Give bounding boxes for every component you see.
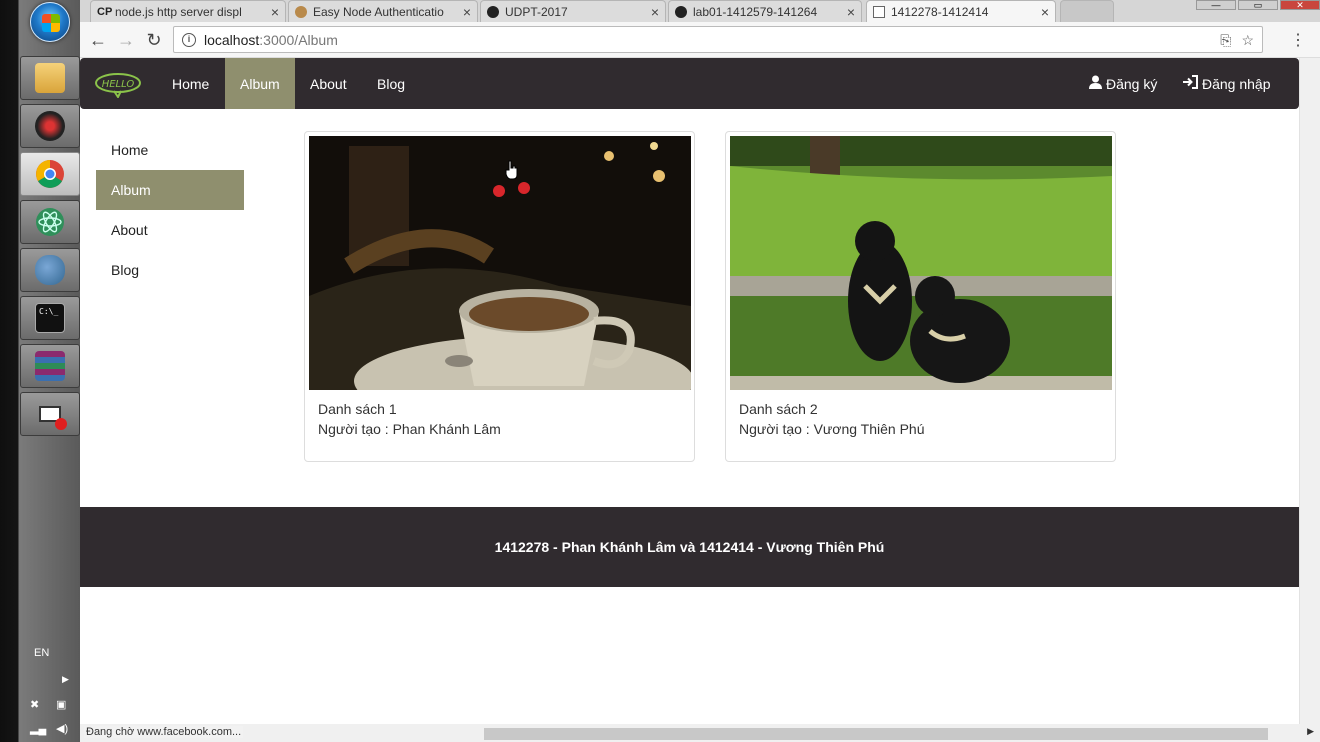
reload-icon[interactable]: ↻ [144, 30, 164, 51]
album-cover-image[interactable] [730, 136, 1112, 390]
maximize-button[interactable]: ▭ [1238, 0, 1278, 10]
file-explorer-icon [35, 63, 65, 93]
close-tab-icon[interactable]: × [271, 4, 279, 20]
browser-tab[interactable]: Easy Node Authenticatio × [288, 0, 478, 22]
postgresql-icon [35, 255, 65, 285]
browser-statusbar: Đang chờ www.facebook.com... ▶ [80, 724, 1320, 742]
github-icon [487, 5, 499, 18]
url-host: localhost [204, 31, 260, 48]
volume-icon[interactable]: ◀) [56, 722, 70, 736]
chrome-icon [36, 160, 64, 188]
windows-taskbar: C:\_ EN ▶ ✖ ▣ ▂▄ ◀) [0, 0, 80, 742]
browser-window: CP node.js http server displ × Easy Node… [80, 0, 1320, 742]
taskbar-winrar[interactable] [20, 344, 80, 388]
tab-title: node.js http server displ [115, 4, 242, 19]
tab-title: 1412278-1412414 [891, 4, 989, 19]
album-author: Người tạo : Vương Thiên Phú [739, 421, 925, 437]
taskbar-terminal[interactable]: C:\_ [20, 296, 80, 340]
app-icon [35, 111, 65, 141]
taskbar-app[interactable] [20, 104, 80, 148]
start-button[interactable] [30, 2, 70, 42]
close-tab-icon[interactable]: × [1041, 4, 1049, 20]
album-cover-image[interactable] [309, 136, 691, 390]
page-favicon-icon [873, 5, 885, 18]
back-icon[interactable]: ← [88, 30, 108, 51]
status-text: Đang chờ www.facebook.com... [84, 726, 244, 738]
footer-text: 1412278 - Phan Khánh Lâm và 1412414 - Vư… [494, 539, 885, 555]
mouse-cursor-icon [505, 160, 518, 180]
translate-icon[interactable]: ⎘ [1220, 32, 1231, 49]
album-author: Người tạo : Phan Khánh Lâm [318, 421, 501, 437]
browser-tab[interactable]: CP node.js http server displ × [90, 0, 286, 22]
sidebar: Home Album About Blog [96, 130, 244, 290]
album-card[interactable]: Danh sách 2 Người tạo : Vương Thiên Phú [725, 131, 1116, 462]
site-footer: 1412278 - Phan Khánh Lâm và 1412414 - Vư… [80, 507, 1299, 587]
browser-tab[interactable]: UDPT-2017 × [480, 0, 666, 22]
tab-title: lab01-1412579-141264 [693, 4, 818, 19]
nav-link-blog[interactable]: Blog [362, 58, 420, 109]
tab-favicon-icon [295, 5, 307, 18]
close-tab-icon[interactable]: × [651, 4, 659, 20]
hello-logo[interactable]: HELLO [94, 72, 142, 98]
taskbar-chrome[interactable] [20, 152, 80, 196]
vertical-scrollbar[interactable] [1299, 58, 1320, 728]
taskbar-recorder[interactable] [20, 392, 80, 436]
login-icon [1183, 75, 1198, 92]
new-tab-button[interactable] [1060, 0, 1114, 22]
github-icon [675, 5, 687, 18]
close-tab-icon[interactable]: × [847, 4, 855, 20]
tab-favicon: CP [97, 5, 113, 18]
omnibox-actions: ⎘ ☆ [1220, 32, 1254, 49]
sidebar-item-home[interactable]: Home [96, 130, 244, 170]
forward-icon[interactable]: → [116, 30, 136, 51]
scroll-right-icon[interactable]: ▶ [1307, 726, 1314, 737]
browser-tab[interactable]: lab01-1412579-141264 × [668, 0, 862, 22]
register-link[interactable]: Đăng ký [1089, 58, 1157, 109]
register-label: Đăng ký [1106, 75, 1158, 92]
minimize-button[interactable]: — [1196, 0, 1236, 10]
login-label: Đăng nhập [1202, 75, 1271, 92]
language-indicator[interactable]: EN [34, 647, 49, 659]
recorder-icon [39, 406, 67, 430]
signal-icon[interactable]: ▂▄ [30, 722, 46, 736]
clipboard-icon[interactable]: ▣ [56, 698, 70, 712]
close-tab-icon[interactable]: × [463, 4, 471, 20]
site-info-icon[interactable]: i [182, 32, 196, 47]
album-title[interactable]: Danh sách 2 [739, 401, 818, 417]
taskbar-postgresql[interactable] [20, 248, 80, 292]
sidebar-item-blog[interactable]: Blog [96, 250, 244, 290]
sidebar-item-about[interactable]: About [96, 210, 244, 250]
horizontal-scrollbar[interactable] [484, 728, 1268, 740]
page-viewport: HELLO Home Album About Blog Đăng ký Đăng… [80, 58, 1299, 728]
nav-link-home[interactable]: Home [157, 58, 224, 109]
tab-title: UDPT-2017 [505, 4, 568, 19]
browser-menu-icon[interactable]: ⋮ [1290, 30, 1306, 50]
site-navbar: HELLO Home Album About Blog Đăng ký Đăng… [80, 58, 1299, 109]
atom-icon [36, 208, 64, 236]
svg-text:HELLO: HELLO [102, 79, 135, 90]
bookmark-star-icon[interactable]: ☆ [1241, 32, 1254, 49]
tray-expand-icon[interactable]: ▶ [62, 674, 69, 685]
network-status-icon[interactable]: ✖ [30, 698, 44, 712]
address-bar[interactable]: i localhost:3000/Album ⎘ ☆ [173, 26, 1263, 53]
taskbar-file-explorer[interactable] [20, 56, 80, 100]
album-title[interactable]: Danh sách 1 [318, 401, 397, 417]
close-window-button[interactable]: ✕ [1280, 0, 1320, 10]
login-link[interactable]: Đăng nhập [1183, 58, 1271, 109]
tab-title: Easy Node Authenticatio [313, 4, 444, 19]
nav-link-about[interactable]: About [295, 58, 362, 109]
browser-toolbar: ← → ↻ i localhost:3000/Album ⎘ ☆ ⋮ [80, 22, 1320, 58]
taskbar-atom[interactable] [20, 200, 80, 244]
user-icon [1089, 75, 1102, 92]
terminal-icon: C:\_ [35, 303, 65, 333]
tab-strip: CP node.js http server displ × Easy Node… [80, 0, 1320, 22]
album-card[interactable]: Danh sách 1 Người tạo : Phan Khánh Lâm [304, 131, 695, 462]
window-controls: — ▭ ✕ [1196, 0, 1320, 10]
sidebar-item-album[interactable]: Album [96, 170, 244, 210]
nav-link-album[interactable]: Album [225, 58, 295, 109]
winrar-icon [35, 351, 65, 381]
url-path: :3000/Album [259, 31, 338, 48]
browser-tab-active[interactable]: 1412278-1412414 × [866, 0, 1056, 22]
